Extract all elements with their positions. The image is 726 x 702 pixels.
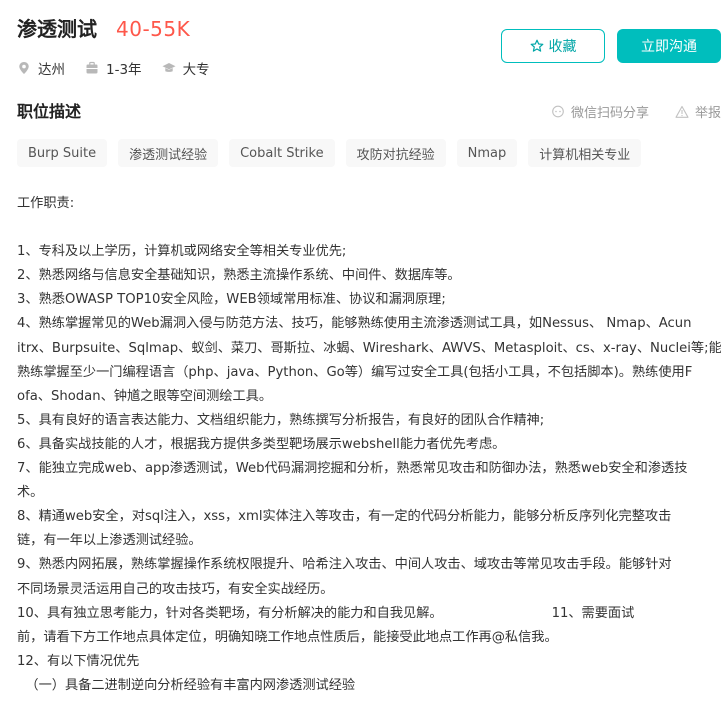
- description-line: 不同场景灵活运用自己的攻击技巧，有安全实战经历。: [17, 581, 334, 597]
- location-icon: [17, 61, 31, 75]
- description-line: 3、熟悉OWASP TOP10安全风险，WEB领域常用标准、协议和漏洞原理;: [17, 292, 446, 308]
- description-line: 2、熟悉网络与信息安全基础知识，熟悉主流操作系统、中间件、数据库等。: [17, 268, 461, 284]
- job-title: 渗透测试: [17, 17, 97, 41]
- description-line: 链，有一年以上渗透测试经验。: [17, 533, 202, 549]
- experience-text: 1-3年: [106, 62, 142, 78]
- description-line: 12、有以下情况优先: [17, 653, 140, 669]
- skill-tag: Burp Suite: [17, 139, 108, 167]
- report-label: 举报: [694, 106, 721, 121]
- warning-icon: [675, 105, 689, 119]
- skill-tag: Cobalt Strike: [229, 139, 335, 167]
- description-line: 9、熟悉内网拓展，熟练掌握操作系统权限提升、哈希注入攻击、中间人攻击、域攻击等常…: [17, 557, 672, 573]
- description-line: （一）具备二进制逆向分析经验有丰富内网渗透测试经验: [17, 677, 356, 693]
- chat-now-button[interactable]: 立即沟通: [617, 29, 721, 63]
- description-line: 前，请看下方工作地点具体定位，明确知晓工作地点性质后，能接受此地点工作再@私信我…: [17, 629, 558, 645]
- graduation-cap-icon: [162, 61, 176, 75]
- description-line: 6、具备实战技能的人才，根据我方提供多类型靶场展示webshell能力者优先考虑…: [17, 436, 506, 452]
- section-actions: 微信扫码分享 举报: [525, 102, 721, 121]
- description-line: 5、具有良好的语言表达能力、文档组织能力，熟练撰写分析报告，有良好的团队合作精神…: [17, 412, 545, 428]
- description-line: ofa、Shodan、钟馗之眼等空间测绘工具。: [17, 388, 273, 404]
- favorite-button[interactable]: 收藏: [501, 29, 605, 63]
- share-label: 微信扫码分享: [570, 106, 649, 121]
- report-link[interactable]: 举报: [675, 102, 721, 121]
- star-icon: [530, 39, 544, 53]
- description-heading: 工作职责:: [17, 196, 75, 211]
- skill-tag: 攻防对抗经验: [345, 139, 446, 167]
- meta-experience: 1-3年: [85, 58, 142, 78]
- description-line: 1、专科及以上学历，计算机或网络安全等相关专业优先;: [17, 244, 347, 260]
- favorite-label: 收藏: [548, 39, 577, 55]
- description-line: 7、能独立完成web、app渗透测试，Web代码漏洞挖掘和分析，熟悉常见攻击和防…: [17, 461, 688, 477]
- job-description: 工作职责: 1、专科及以上学历，计算机或网络安全等相关专业优先; 2、熟悉网络与…: [17, 192, 721, 698]
- skill-tag: 计算机相关专业: [528, 139, 642, 167]
- description-line: 10、具有独立思考能力，针对各类靶场，有分析解决的能力和自我见解。 11、需要面…: [17, 605, 635, 621]
- salary: 40-55K: [116, 17, 191, 41]
- meta-education: 大专: [162, 58, 210, 78]
- description-line: 4、熟练掌握常见的Web漏洞入侵与防范方法、技巧，能够熟练使用主流渗透测试工具，…: [17, 316, 692, 332]
- education-text: 大专: [182, 62, 210, 78]
- meta-location: 达州: [17, 58, 65, 78]
- location-text: 达州: [38, 62, 65, 78]
- job-meta: 达州 1-3年 大专: [17, 58, 230, 78]
- description-line: 熟练掌握至少一门编程语言（php、java、Python、Go等）编写过安全工具…: [17, 364, 693, 380]
- skill-tag: 渗透测试经验: [118, 139, 219, 167]
- skill-tags: Burp Suite 渗透测试经验 Cobalt Strike 攻防对抗经验 N…: [17, 139, 652, 167]
- share-link[interactable]: 微信扫码分享: [551, 102, 649, 121]
- description-line: 8、精通web安全，对sql注入，xss，xml实体注入等攻击，有一定的代码分析…: [17, 509, 672, 525]
- skill-tag: Nmap: [456, 139, 518, 167]
- section-title: 职位描述: [17, 102, 82, 121]
- briefcase-icon: [85, 61, 99, 75]
- chat-bubble-icon: [551, 105, 565, 119]
- description-line: 术。: [17, 485, 44, 501]
- description-line: itrx、Burpsuite、Sqlmap、蚁剑、菜刀、哥斯拉、冰蝎、Wires…: [17, 340, 721, 356]
